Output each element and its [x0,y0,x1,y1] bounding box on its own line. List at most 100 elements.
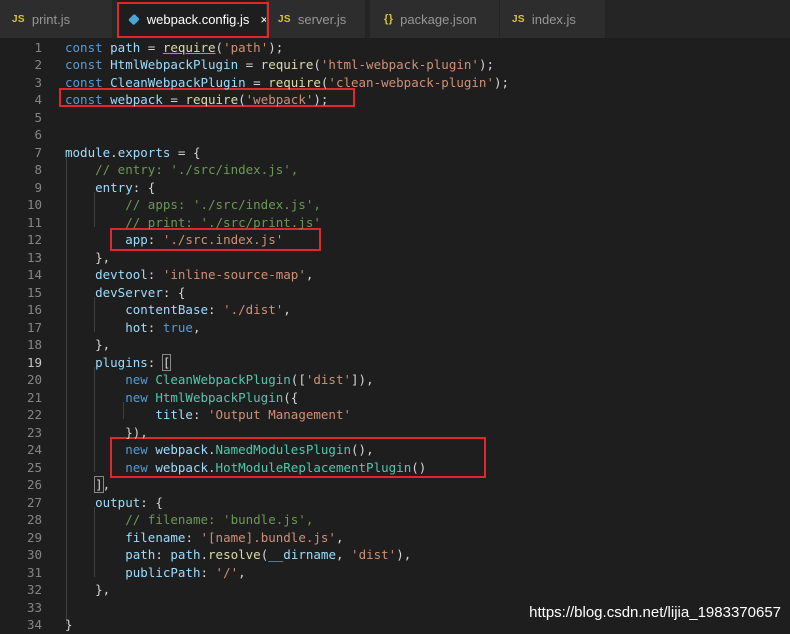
line-number: 23 [26,424,42,440]
code-line[interactable]: 32 }, [0,581,790,599]
line-number: 20 [26,372,42,387]
code-text: new HtmlWebpackPlugin({ [125,389,299,405]
line-number: 22 [26,407,42,422]
tab-label: print.js [31,11,71,27]
webpack-config-file-icon [128,13,140,25]
code-text: hot: true, [125,319,201,335]
line-number: 33 [26,599,42,615]
line-number: 21 [26,389,42,405]
code-text: // filename: 'bundle.js', [125,512,314,527]
code-line[interactable]: 15 devServer: { [0,284,790,302]
code-text: module.exports = { [65,144,201,160]
code-line[interactable]: 17 hot: true, [0,319,790,337]
tab-label: server.js [297,11,347,27]
code-text: new CleanWebpackPlugin(['dist']), [125,372,374,387]
code-text: // print: './src/print.js' [125,214,321,230]
code-line[interactable]: 21 new HtmlWebpackPlugin({ [0,389,790,407]
line-number: 6 [34,127,42,142]
code-line[interactable]: 9 entry: { [0,179,790,197]
line-number: 16 [26,302,42,317]
code-line[interactable]: 29 filename: '[name].bundle.js', [0,529,790,547]
code-line[interactable]: 4 const webpack = require('webpack'); [0,91,790,109]
code-line[interactable]: 16 contentBase: './dist', [0,301,790,319]
line-number: 7 [34,144,42,160]
javascript-file-icon: JS [512,13,525,25]
javascript-file-icon: JS [12,13,25,25]
javascript-file-icon: JS [278,13,291,25]
code-line[interactable]: 28 // filename: 'bundle.js', [0,511,790,529]
line-number: 24 [26,442,42,457]
code-text: output: { [95,494,163,510]
code-text: }, [65,337,111,352]
code-text: app: './src.index.js' [125,232,284,247]
line-number: 4 [34,92,42,107]
code-text: const path = require('path'); [65,39,284,55]
code-text: entry: { [95,179,156,195]
code-text: title: 'Output Management' [155,407,352,422]
code-text: new webpack.HotModuleReplacementPlugin() [125,459,427,475]
editor-tab-bar: JS print.js webpack.config.js × JS serve… [0,0,790,38]
code-line[interactable]: 13 }, [0,249,790,267]
code-line[interactable]: 12 app: './src.index.js' [0,231,790,249]
code-line[interactable]: 1 const path = require('path'); [0,39,790,57]
code-line[interactable]: 6 [0,126,790,144]
line-number: 26 [26,477,42,492]
code-line[interactable]: 11 // print: './src/print.js' [0,214,790,232]
code-line[interactable]: 22 title: 'Output Management' [0,406,790,424]
code-editor[interactable]: 1 const path = require('path'); 2 const Htm… [0,38,790,633]
code-line[interactable]: 10 // apps: './src/index.js', [0,196,790,214]
line-number: 32 [26,582,42,597]
code-text: filename: '[name].bundle.js', [125,529,344,545]
code-line[interactable]: 30 path: path.resolve(__dirname, 'dist')… [0,546,790,564]
code-line[interactable]: 7 module.exports = { [0,144,790,162]
code-text: plugins: [ [95,353,172,371]
tab-label: package.json [400,11,477,27]
code-text: // apps: './src/index.js', [125,197,321,212]
code-text: const CleanWebpackPlugin = require('clea… [65,74,510,90]
tab-server-js[interactable]: JS server.js [266,0,366,38]
line-number: 9 [34,179,42,195]
code-line[interactable]: 2 const HtmlWebpackPlugin = require('html… [0,56,790,74]
tab-package-json[interactable]: {} package.json [370,0,500,38]
tab-index-js[interactable]: JS index.js [500,0,606,38]
code-line[interactable]: 8 // entry: './src/index.js', [0,161,790,179]
code-line[interactable]: 26 ], [0,476,790,494]
code-line[interactable]: 31 publicPath: '/', [0,564,790,582]
tab-label: index.js [531,11,576,27]
code-line[interactable]: 27 output: { [0,494,790,512]
code-text: const webpack = require('webpack'); [65,92,329,107]
line-number: 17 [26,319,42,335]
line-number: 14 [26,267,42,282]
tab-print-js[interactable]: JS print.js [0,0,113,38]
line-number: 5 [34,109,42,125]
code-line[interactable]: 20 new CleanWebpackPlugin(['dist']), [0,371,790,389]
code-line[interactable]: 23 }), [0,424,790,442]
code-line[interactable]: 24 new webpack.NamedModulesPlugin(), [0,441,790,459]
line-number: 13 [26,249,42,265]
code-text: }, [65,582,111,597]
code-text: devServer: { [95,284,186,300]
tab-label: webpack.config.js [146,11,250,27]
watermark: https://blog.csdn.net/lijia_1983370657 [529,604,781,621]
line-number: 28 [26,512,42,527]
code-text: const HtmlWebpackPlugin = require('html-… [65,57,494,72]
code-line[interactable]: 14 devtool: 'inline-source-map', [0,266,790,284]
code-line[interactable]: 19 plugins: [ [0,353,790,372]
line-number: 3 [34,74,42,90]
tab-webpack-config-js[interactable]: webpack.config.js × [117,0,269,38]
code-text: new webpack.NamedModulesPlugin(), [125,442,374,457]
line-number: 30 [26,547,42,562]
line-number: 15 [26,284,42,300]
code-text: contentBase: './dist', [125,302,291,317]
code-line[interactable]: 3 const CleanWebpackPlugin = require('cle… [0,74,790,92]
code-line[interactable]: 25 new webpack.HotModuleReplacementPlugi… [0,459,790,477]
code-text: }), [65,424,148,440]
code-text: }, [65,249,111,265]
code-line[interactable]: 5 [0,109,790,127]
line-number: 2 [34,57,42,72]
code-line[interactable]: 18 }, [0,336,790,354]
line-number: 1 [34,39,42,55]
line-number: 12 [26,232,42,247]
line-number: 19 [26,354,42,370]
line-number: 11 [26,214,42,230]
